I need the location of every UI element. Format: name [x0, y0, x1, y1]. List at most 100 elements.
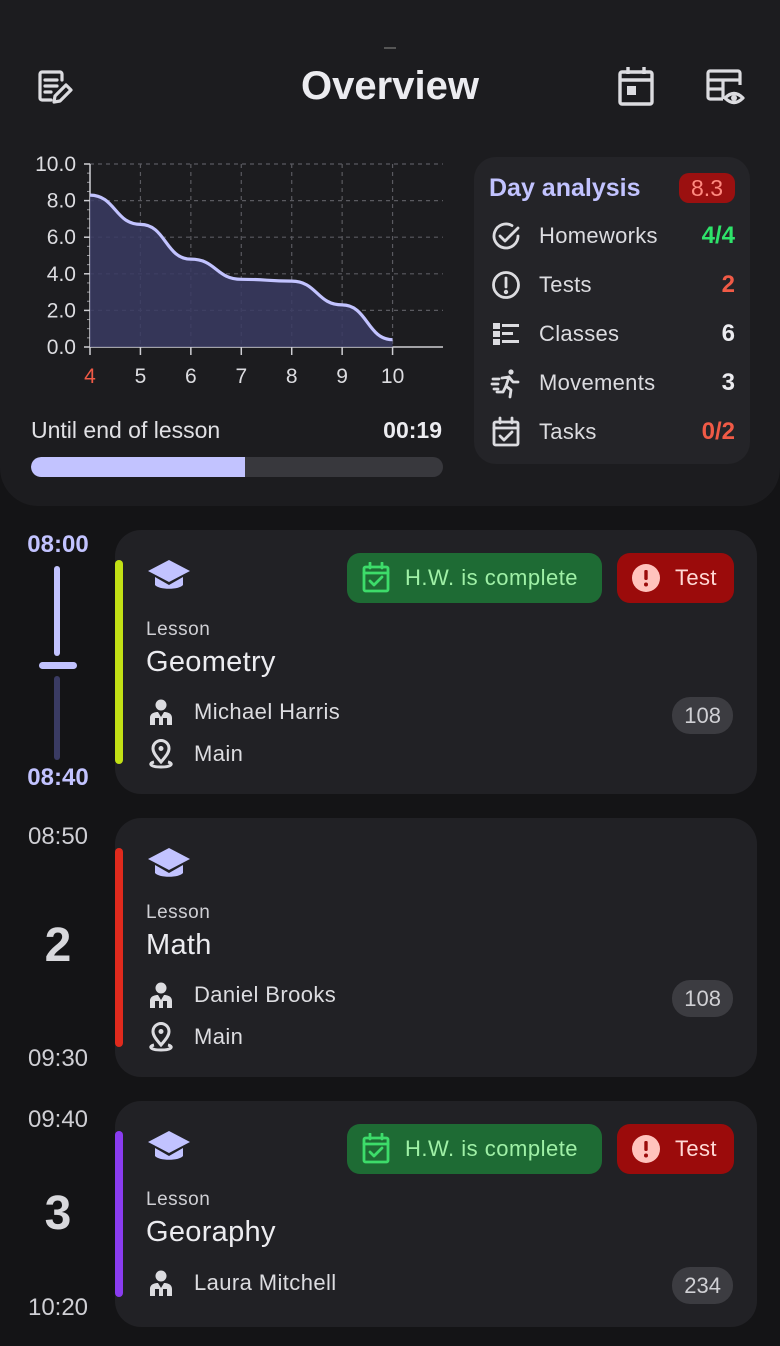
test-badge-label: Test — [675, 1136, 717, 1161]
calendar-check-icon — [362, 562, 390, 593]
analysis-label: Homeworks — [539, 223, 658, 248]
lesson-label: Lesson — [146, 619, 211, 640]
analysis-label: Classes — [539, 321, 620, 346]
lesson-number: 2 — [44, 919, 72, 972]
graduation-cap-icon — [148, 1131, 190, 1160]
edit-notes-button[interactable] — [30, 62, 78, 110]
analysis-row-homeworks[interactable]: Homeworks 4/4 — [489, 219, 735, 253]
alert-circle-icon — [489, 268, 523, 302]
status-notch — [384, 47, 396, 49]
chart-y-tick-label: 0.0 — [47, 336, 76, 359]
lesson-title: Georaphy — [146, 1216, 276, 1248]
chart-y-tick-label: 2.0 — [47, 299, 76, 322]
lesson-teacher: Laura Mitchell — [146, 1266, 337, 1300]
lesson-label: Lesson — [146, 902, 211, 923]
lesson-start-time: 08:50 — [27, 823, 89, 850]
edit-notes-icon — [38, 70, 73, 104]
lesson-title: Geometry — [146, 646, 276, 678]
alert-icon — [632, 564, 660, 592]
progress-time: 00:19 — [383, 417, 442, 443]
homework-badge-label: H.W. is complete — [405, 565, 579, 590]
check-circle-icon — [489, 219, 523, 253]
analysis-value: 3 — [721, 369, 735, 396]
analysis-label: Tasks — [539, 419, 597, 444]
progress-label: Until end of lesson — [31, 417, 221, 443]
test-badge[interactable]: Test — [617, 1124, 734, 1174]
calendar-icon — [618, 67, 654, 106]
teacher-icon — [150, 982, 172, 1008]
chart-x-tick-label: 8 — [286, 365, 298, 388]
room-badge: 234 — [672, 1267, 733, 1304]
lesson-accent-bar — [115, 848, 123, 1047]
day-analysis-card[interactable]: Day analysis 8.3 Homeworks 4/4 Tests 2 C… — [474, 157, 750, 464]
analysis-row-tests[interactable]: Tests 2 — [489, 268, 735, 302]
chart-x-tick-label: 6 — [185, 365, 197, 388]
score-chart: 0.0 2.0 4.0 6.0 8.0 10.0 4 5 6 7 8 9 10 — [35, 153, 443, 388]
lesson-start-time: 09:40 — [27, 1106, 89, 1133]
running-icon — [489, 366, 523, 400]
lesson-accent-bar — [115, 560, 123, 764]
location-name: Main — [194, 741, 244, 766]
chart-x-tick-label: 7 — [235, 365, 247, 388]
teacher-icon — [150, 1270, 172, 1296]
calendar-button[interactable] — [612, 62, 660, 110]
chart-y-tick-label: 6.0 — [47, 226, 76, 249]
lesson-teacher: Daniel Brooks — [146, 978, 336, 1012]
analysis-value: 2 — [721, 271, 735, 298]
lesson-accent-bar — [115, 1131, 123, 1297]
analysis-row-classes[interactable]: Classes 6 — [489, 317, 735, 351]
lesson-card-math[interactable]: Lesson Math Daniel Brooks Main 108 — [115, 818, 757, 1077]
analysis-title: Day analysis — [489, 174, 641, 202]
chart-x-tick-label: 10 — [381, 365, 404, 388]
lesson-teacher: Michael Harris — [146, 695, 340, 729]
analysis-label: Movements — [539, 370, 656, 395]
timetable-view-button[interactable] — [702, 62, 750, 110]
lesson-progress-bar — [31, 457, 443, 477]
lesson-card-geometry[interactable]: H.W. is complete Test Lesson Geometry Mi… — [115, 530, 757, 794]
chart-x-tick-label: 9 — [336, 365, 348, 388]
chart-x-tick-label: 5 — [135, 365, 147, 388]
lesson-number: 3 — [44, 1187, 72, 1240]
graduation-cap-icon — [148, 848, 190, 877]
chart-y-tick-label: 4.0 — [47, 263, 76, 286]
chart-x-tick-label: 4 — [84, 365, 96, 388]
room-badge: 108 — [672, 980, 733, 1017]
list-icon — [489, 317, 523, 351]
homework-badge-label: H.W. is complete — [405, 1136, 579, 1161]
analysis-score-badge: 8.3 — [679, 173, 735, 203]
teacher-name: Laura Mitchell — [194, 1270, 337, 1295]
location-name: Main — [194, 1024, 244, 1049]
graduation-cap-icon — [148, 560, 190, 589]
calendar-check-icon — [362, 1133, 390, 1164]
location-pin-icon — [149, 1022, 173, 1052]
test-badge[interactable]: Test — [617, 553, 734, 603]
analysis-row-movements[interactable]: Movements 3 — [489, 366, 735, 400]
test-badge-label: Test — [675, 565, 717, 590]
timetable-view-icon — [706, 69, 745, 105]
lesson-time-slider — [39, 566, 77, 760]
homework-complete-badge[interactable]: H.W. is complete — [347, 553, 602, 603]
lesson-end-time: 10:20 — [27, 1294, 89, 1321]
chart-y-tick-label: 10.0 — [35, 153, 76, 176]
homework-complete-badge[interactable]: H.W. is complete — [347, 1124, 602, 1174]
alert-icon — [632, 1135, 660, 1163]
lesson-location: Main — [146, 1020, 243, 1054]
analysis-row-tasks[interactable]: Tasks 0/2 — [489, 415, 735, 449]
chart-y-tick-label: 8.0 — [47, 190, 76, 213]
analysis-value: 6 — [721, 320, 735, 347]
teacher-icon — [150, 699, 172, 725]
calendar-check-icon — [489, 415, 523, 449]
analysis-label: Tests — [539, 272, 592, 297]
room-badge: 108 — [672, 697, 733, 734]
lesson-location: Main — [146, 737, 243, 771]
lesson-card-geography[interactable]: H.W. is complete Test Lesson Georaphy La… — [115, 1101, 757, 1327]
teacher-name: Daniel Brooks — [194, 982, 337, 1007]
lesson-progress-fill — [31, 457, 246, 477]
lesson-label: Lesson — [146, 1189, 211, 1210]
analysis-value: 4/4 — [701, 222, 735, 249]
lesson-end-time: 09:30 — [27, 1045, 89, 1072]
teacher-name: Michael Harris — [194, 699, 341, 724]
lesson-title: Math — [146, 929, 212, 961]
lesson-end-time: 08:40 — [27, 764, 89, 791]
location-pin-icon — [149, 739, 173, 769]
